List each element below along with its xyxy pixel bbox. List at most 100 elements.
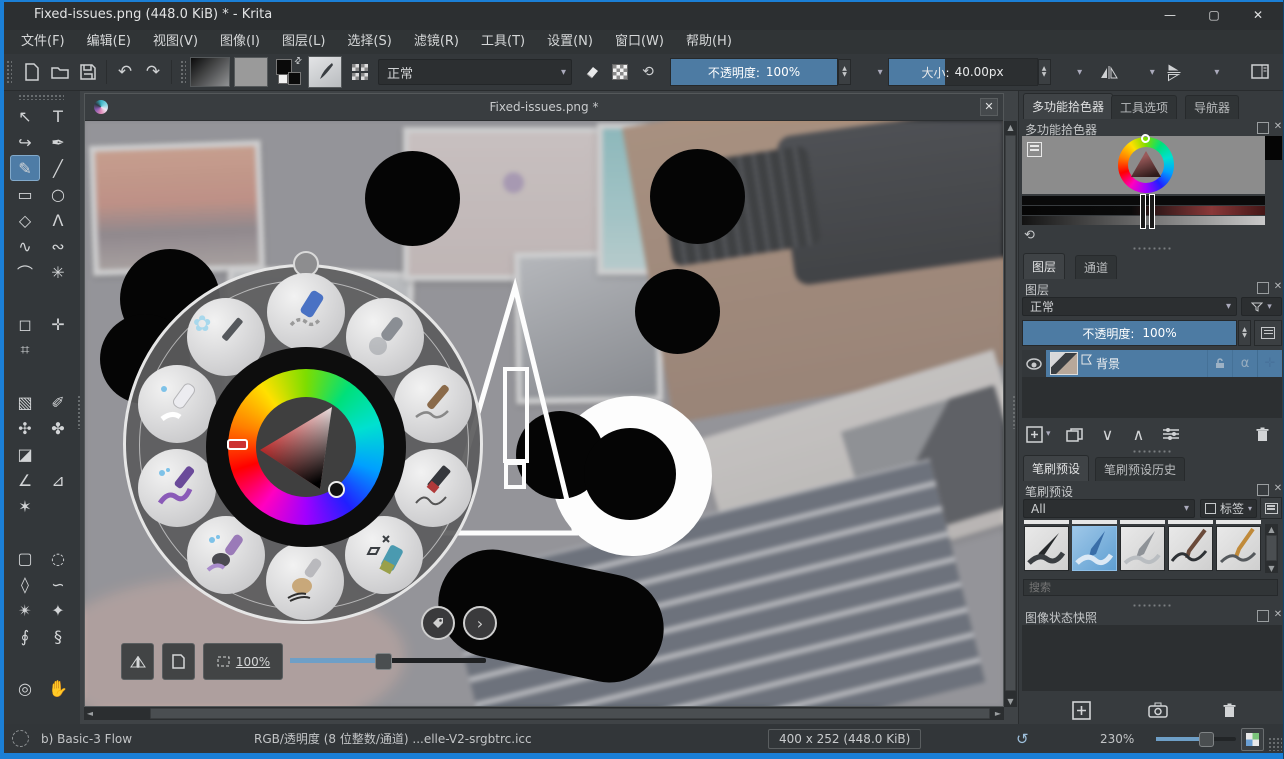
subwindow-titlebar[interactable]: Fixed-issues.png * ✕: [85, 94, 1003, 121]
fit-page-button[interactable]: [1241, 728, 1264, 751]
tool-move[interactable]: ✛: [43, 311, 73, 337]
tool-fill[interactable]: ◪: [10, 441, 40, 467]
layer-alpha-lock-icon[interactable]: α: [1232, 350, 1257, 377]
canvas-hscrollbar[interactable]: ◄ ►: [84, 707, 1004, 720]
snapshot-camera-button[interactable]: [1146, 698, 1170, 722]
eraser-mode-button[interactable]: [578, 58, 606, 86]
statusbar-zoom-slider[interactable]: [1156, 732, 1236, 747]
color-history-icon[interactable]: ⟲: [1024, 228, 1035, 243]
canvas-zoom-slider[interactable]: [290, 653, 486, 670]
tab-advanced-color-selector[interactable]: 多功能拾色器: [1023, 93, 1114, 119]
float-docker-icon[interactable]: [1257, 610, 1269, 622]
duplicate-layer-button[interactable]: [1063, 422, 1087, 446]
tool-select-shapes[interactable]: ↖: [10, 103, 40, 129]
palette-preset-wet-paint-brush[interactable]: [138, 449, 216, 527]
scroll-right-icon[interactable]: ►: [992, 707, 1004, 720]
tab-layers[interactable]: 图层: [1023, 253, 1066, 279]
brush-size-slider[interactable]: 大小: 40.00px: [887, 58, 1038, 86]
dock-hue-cursor[interactable]: [1141, 134, 1150, 143]
scroll-left-icon[interactable]: ◄: [84, 707, 96, 720]
workspace-chooser-button[interactable]: [1246, 58, 1274, 86]
choose-brush-preset-button[interactable]: [346, 58, 374, 86]
tool-freehand-select[interactable]: ∽: [43, 571, 73, 597]
tab-channels[interactable]: 通道: [1075, 255, 1118, 279]
docker-separator[interactable]: [1132, 246, 1172, 250]
tool-pan[interactable]: ✋: [43, 675, 73, 701]
add-layer-button[interactable]: [1022, 422, 1046, 446]
menu-layer[interactable]: 图层(L): [271, 30, 336, 54]
layer-lock-icon[interactable]: [1207, 350, 1232, 377]
save-button[interactable]: [74, 58, 102, 86]
close-button[interactable]: ✕: [1236, 1, 1280, 29]
menu-edit[interactable]: 编辑(E): [76, 30, 142, 54]
zoom-to-fit-button[interactable]: 100%: [203, 643, 283, 680]
layer-opacity-slider[interactable]: 不透明度: 100%: [1022, 320, 1237, 346]
popup-palette[interactable]: ✿ ›: [123, 251, 497, 640]
size-spinner[interactable]: ▲ ▼: [1037, 59, 1051, 85]
br-preset-basic-3-flow[interactable]: [1072, 526, 1117, 571]
layer-view-mode-button[interactable]: [1254, 320, 1282, 346]
reload-preset-button[interactable]: ⟲: [634, 58, 662, 86]
resize-grip[interactable]: [1268, 737, 1282, 751]
preset-display-mode-button[interactable]: [1260, 497, 1282, 519]
tool-crop[interactable]: ⌗: [10, 337, 40, 363]
menu-tools[interactable]: 工具(T): [470, 30, 536, 54]
document-size-info[interactable]: 400 x 252 (448.0 KiB): [768, 728, 922, 749]
mirror-horizontal-button[interactable]: [1095, 58, 1123, 86]
tool-freehand-path[interactable]: ∾: [43, 233, 73, 259]
tool-contiguous-select[interactable]: ✴: [10, 597, 40, 623]
palette-preset-white-marker[interactable]: [138, 365, 216, 443]
tool-bezier-select[interactable]: ∮: [10, 623, 40, 649]
delete-layer-button[interactable]: [1250, 422, 1274, 446]
colorspace-info[interactable]: RGB/透明度 (8 位整数/通道) ...elle-V2-srgbtrc.ic…: [254, 730, 532, 747]
float-docker-icon[interactable]: [1257, 282, 1269, 294]
tag-checkbox[interactable]: [1204, 503, 1216, 514]
memory-usage-icon[interactable]: ↺: [1016, 730, 1029, 748]
menu-window[interactable]: 窗口(W): [604, 30, 675, 54]
tab-brush-presets[interactable]: 笔刷预设: [1023, 455, 1090, 481]
undo-button[interactable]: ↶: [111, 58, 139, 86]
menu-select[interactable]: 选择(S): [336, 30, 402, 54]
snapshot-list[interactable]: [1022, 625, 1282, 691]
brush-editor-button[interactable]: [308, 56, 342, 88]
bars-handle[interactable]: [1140, 194, 1146, 229]
preset-filter-dropdown[interactable]: All ▾: [1023, 499, 1195, 518]
pattern-swatch[interactable]: [234, 57, 268, 87]
tool-bezier-curve[interactable]: ∿: [10, 233, 40, 259]
preset-scrollbar[interactable]: ▲ ▼: [1265, 524, 1278, 573]
toolbox-drag-handle[interactable]: [18, 94, 64, 100]
opacity-slider[interactable]: 不透明度: 100%: [670, 58, 838, 86]
tool-color-sampler[interactable]: ✐: [43, 389, 73, 415]
menu-file[interactable]: 文件(F): [10, 30, 76, 54]
layer-properties-button[interactable]: [1157, 422, 1185, 446]
palette-preset-bristle-brush[interactable]: [266, 542, 344, 620]
tool-polygon-select[interactable]: ◊: [10, 571, 40, 597]
tool-assistants[interactable]: ⊿: [43, 467, 73, 493]
tool-similar-select[interactable]: ✦: [43, 597, 73, 623]
tab-navigator[interactable]: 导航器: [1185, 95, 1240, 119]
mirror-view-button[interactable]: [121, 643, 154, 680]
layer-thumbnail[interactable]: [1050, 352, 1078, 375]
palette-preset-pencil[interactable]: [394, 449, 472, 527]
br-preset-ink-pen[interactable]: [1024, 526, 1069, 571]
statusbar-zoom-handle[interactable]: [1199, 732, 1214, 747]
canvas-viewport[interactable]: ✿ › 100%: [85, 121, 1003, 706]
snapshot-delete-button[interactable]: [1217, 698, 1241, 722]
hue-marker[interactable]: [227, 439, 248, 450]
tool-rect-select[interactable]: ▢: [10, 545, 40, 571]
move-layer-down-button[interactable]: ∨: [1095, 422, 1121, 446]
color-selector-widget[interactable]: [1022, 134, 1265, 194]
mirror-h-dropdown-icon[interactable]: ▾: [1145, 67, 1160, 78]
tool-measure[interactable]: ∠: [10, 467, 40, 493]
brush-preview-icon[interactable]: [12, 730, 29, 747]
palette-more-button[interactable]: ›: [463, 606, 497, 640]
size-dropdown-icon[interactable]: ▾: [1072, 67, 1087, 78]
br-preset-sketch-brush[interactable]: [1216, 526, 1261, 571]
tool-ellipse[interactable]: ○: [43, 181, 73, 207]
tool-transform[interactable]: ◻: [10, 311, 40, 337]
statusbar-zoom-value[interactable]: 230%: [1100, 732, 1134, 746]
minimize-button[interactable]: —: [1148, 1, 1192, 29]
tool-polyline[interactable]: Λ: [43, 207, 73, 233]
opacity-spinner[interactable]: ▲ ▼: [838, 59, 851, 85]
menu-filter[interactable]: 滤镜(R): [403, 30, 470, 54]
